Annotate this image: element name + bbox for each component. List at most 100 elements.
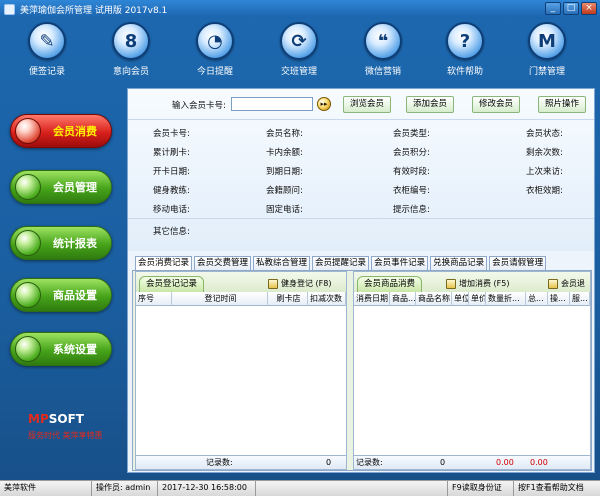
button-label: 健身登记 (F8) (281, 279, 332, 288)
tab-events[interactable]: 会员事件记录 (371, 256, 429, 271)
add-document-icon (446, 278, 456, 289)
column-header[interactable]: 单价 (469, 292, 486, 306)
tab-private-coach[interactable]: 私教综合管理 (253, 256, 311, 271)
go-arrow-icon[interactable]: ▸▸ (317, 97, 331, 111)
column-header[interactable]: 消费日期 (354, 292, 390, 306)
toolbar-label: 意向会员 (112, 67, 149, 77)
add-member-button[interactable]: 添加会员 (406, 96, 454, 113)
nav-goods-settings[interactable]: 商品设置 (10, 278, 112, 312)
button-label: 会员退 (561, 279, 585, 288)
nav-label: 商品设置 (53, 289, 97, 302)
red-ball-icon (15, 118, 41, 144)
toolbar-label: 门禁管理 (528, 67, 565, 77)
people-icon: 8 (112, 22, 150, 60)
field-label: 会籍顾问: (266, 186, 303, 196)
card-number-input[interactable] (231, 97, 313, 111)
column-header[interactable]: 商品名称 (416, 292, 452, 306)
nav-label: 系统设置 (53, 343, 97, 356)
nav-label: 统计报表 (53, 237, 97, 250)
minimize-button[interactable]: _ (545, 2, 561, 15)
column-header[interactable]: 服... (570, 292, 590, 306)
column-header[interactable]: 序号 (136, 292, 172, 306)
close-button[interactable]: × (581, 2, 597, 15)
toolbar-label: 便签记录 (28, 67, 65, 77)
field-label: 会员类型: (393, 129, 430, 139)
toolbar-access-button[interactable]: M 门禁管理 (516, 22, 578, 82)
brand-slogan: 服务时代 美萍享特惠 (28, 431, 103, 440)
field-label: 健身教练: (153, 186, 190, 196)
green-ball-icon (15, 282, 41, 308)
toolbar-wechat-button[interactable]: ❝ 微信营销 (352, 22, 414, 82)
button-label: 增加消费 (F5) (459, 279, 510, 288)
nav-system-settings[interactable]: 系统设置 (10, 332, 112, 366)
toolbar-label: 微信营销 (364, 67, 401, 77)
refund-icon (548, 278, 558, 289)
maximize-button[interactable]: □ (563, 2, 579, 15)
divider (128, 218, 594, 219)
goods-panel-header: 会员商品消费 增加消费 (F5) 会员退 (354, 272, 590, 292)
toolbar: ✎ 便签记录 8 意向会员 ◔ 今日提醒 ⟳ 交班管理 ❝ 微信营销 ? 软件帮… (0, 18, 600, 84)
goods-table-header: 消费日期 商品... 商品名称 单位 单价 数量折... 总... 操... 服… (354, 292, 590, 306)
status-idcard[interactable]: F9读取身份证 (448, 481, 514, 496)
toolbar-prospects-button[interactable]: 8 意向会员 (100, 22, 162, 82)
toolbar-label: 今日提醒 (196, 67, 233, 77)
chat-bubble-icon: ❝ (364, 22, 402, 60)
field-label: 上次来访: (526, 167, 563, 177)
field-label: 剩余次数: (526, 148, 563, 158)
column-header[interactable]: 扣减次数 (308, 292, 346, 306)
tab-leave[interactable]: 会员请假管理 (489, 256, 547, 271)
record-count-value: 0 (326, 458, 332, 467)
toolbar-reminders-button[interactable]: ◔ 今日提醒 (184, 22, 246, 82)
browse-member-button[interactable]: 浏览会员 (343, 96, 391, 113)
toolbar-label: 软件帮助 (446, 67, 483, 77)
status-help[interactable]: 按F1查看帮助文档 (514, 481, 600, 496)
status-operator: 操作员: admin (92, 481, 158, 496)
clock-icon: ◔ (196, 22, 234, 60)
field-label: 衣柜效期: (526, 186, 563, 196)
refresh-icon: ⟳ (280, 22, 318, 60)
fitness-checkin-button[interactable]: 健身登记 (F8) (268, 277, 331, 290)
green-ball-icon (15, 174, 41, 200)
checkin-table-header: 序号 登记时间 刷卡店 扣减次数 (136, 292, 346, 306)
nav-label: 会员管理 (53, 181, 97, 194)
nav-reports[interactable]: 统计报表 (10, 226, 112, 260)
window-controls: _ □ × (545, 2, 597, 15)
field-label: 提示信息: (393, 205, 430, 215)
field-label: 会员名称: (266, 129, 303, 139)
column-header[interactable]: 数量折... (486, 292, 526, 306)
nav-member-consume[interactable]: 会员消费 (10, 114, 112, 148)
field-label: 有效时段: (393, 167, 430, 177)
record-count-value: 0 (440, 458, 446, 467)
status-spacer (256, 481, 448, 496)
other-info-label: 其它信息: (153, 227, 190, 237)
nav-member-manage[interactable]: 会员管理 (10, 170, 112, 204)
tab-reminders[interactable]: 会员提醒记录 (312, 256, 370, 271)
toolbar-help-button[interactable]: ? 软件帮助 (434, 22, 496, 82)
notepad-icon: ✎ (28, 22, 66, 60)
column-header[interactable]: 单位 (452, 292, 469, 306)
edit-member-button[interactable]: 修改会员 (472, 96, 520, 113)
checkin-records-tab[interactable]: 会员登记记录 (139, 276, 205, 292)
title-bar: 美萍瑜伽会所管理 试用版 2017v8.1 _ □ × (0, 0, 600, 18)
record-count-label: 记录数: (356, 458, 383, 467)
field-label: 衣柜编号: (393, 186, 430, 196)
column-header[interactable]: 刷卡店 (268, 292, 308, 306)
help-icon: ? (446, 22, 484, 60)
status-datetime: 2017-12-30 16:58:00 (158, 481, 256, 496)
column-header[interactable]: 登记时间 (172, 292, 268, 306)
tab-exchange[interactable]: 兑换商品记录 (430, 256, 488, 271)
toolbar-shift-button[interactable]: ⟳ 交班管理 (268, 22, 330, 82)
photo-button[interactable]: 照片操作 (538, 96, 586, 113)
field-label: 累计刷卡: (153, 148, 190, 158)
m-logo-icon: M (528, 22, 566, 60)
column-header[interactable]: 操... (548, 292, 570, 306)
record-tabs: 会员消费记录 会员交费管理 私教综合管理 会员提醒记录 会员事件记录 兑换商品记… (135, 256, 548, 272)
add-consume-button[interactable]: 增加消费 (F5) (446, 277, 509, 290)
column-header[interactable]: 总... (526, 292, 548, 306)
tab-payment[interactable]: 会员交费管理 (194, 256, 252, 271)
toolbar-notes-button[interactable]: ✎ 便签记录 (16, 22, 78, 82)
column-header[interactable]: 商品... (390, 292, 416, 306)
field-label: 开卡日期: (153, 167, 190, 177)
member-refund-button[interactable]: 会员退 (548, 277, 585, 290)
goods-consume-tab[interactable]: 会员商品消费 (357, 276, 423, 292)
